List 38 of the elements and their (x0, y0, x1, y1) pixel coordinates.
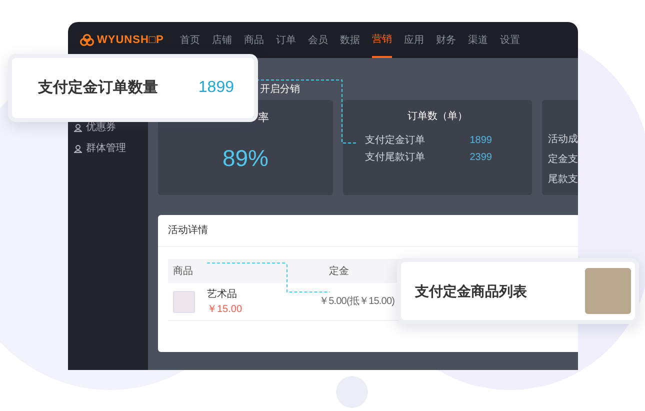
sidebar-item[interactable]: 群体管理 (74, 141, 148, 156)
callout-label: 支付定金商品列表 (415, 282, 527, 300)
row-label: 活动成 (548, 132, 578, 147)
nav-tab[interactable]: 商品 (244, 22, 264, 58)
photo-placeholder (585, 268, 631, 314)
row-label: 定金支 (548, 152, 578, 167)
deposit-value: ￥5.00(抵￥15.00) (319, 294, 395, 309)
callout-value: 1899 (198, 78, 234, 98)
card-title: 率 (258, 110, 270, 126)
product-price: ￥15.00 (207, 302, 244, 316)
nav-tab[interactable]: 渠道 (468, 22, 488, 58)
product-thumbnail (173, 290, 195, 312)
person-icon (74, 144, 82, 152)
logo-icon (80, 34, 94, 46)
column-header: 商品 (173, 264, 194, 278)
nav-tab[interactable]: 首页 (180, 22, 200, 58)
nav-tab[interactable]: 设置 (500, 22, 520, 58)
callout-label: 支付定金订单数量 (38, 78, 158, 98)
row-label: 支付定金订单 (365, 134, 425, 148)
nav-tab[interactable]: 财务 (436, 22, 456, 58)
row-label: 支付尾款订单 (365, 150, 425, 165)
row-value: 2399 (470, 151, 492, 165)
nav-tab[interactable]: 数据 (340, 22, 360, 58)
column-header: 定金 (329, 264, 349, 278)
panel-title: 活动详情 (158, 215, 578, 247)
row-value: 1899 (470, 134, 492, 148)
nav-tab[interactable]: 订单 (276, 22, 296, 58)
person-icon (74, 124, 82, 132)
row-label: 尾款支 (548, 172, 578, 187)
sidebar-item[interactable]: 优惠券 (74, 120, 148, 135)
card-title: 订单数（单） (408, 110, 468, 124)
rate-value: 89% (222, 144, 269, 172)
brand-name: WYUNSH□P (97, 32, 164, 48)
toggle-label: 开启分销 (260, 82, 300, 96)
nav-tab[interactable]: 店铺 (212, 22, 232, 58)
nav-tab[interactable]: 会员 (308, 22, 328, 58)
product-name: 艺术品 (207, 288, 238, 302)
nav-tab[interactable]: 应用 (404, 22, 424, 58)
